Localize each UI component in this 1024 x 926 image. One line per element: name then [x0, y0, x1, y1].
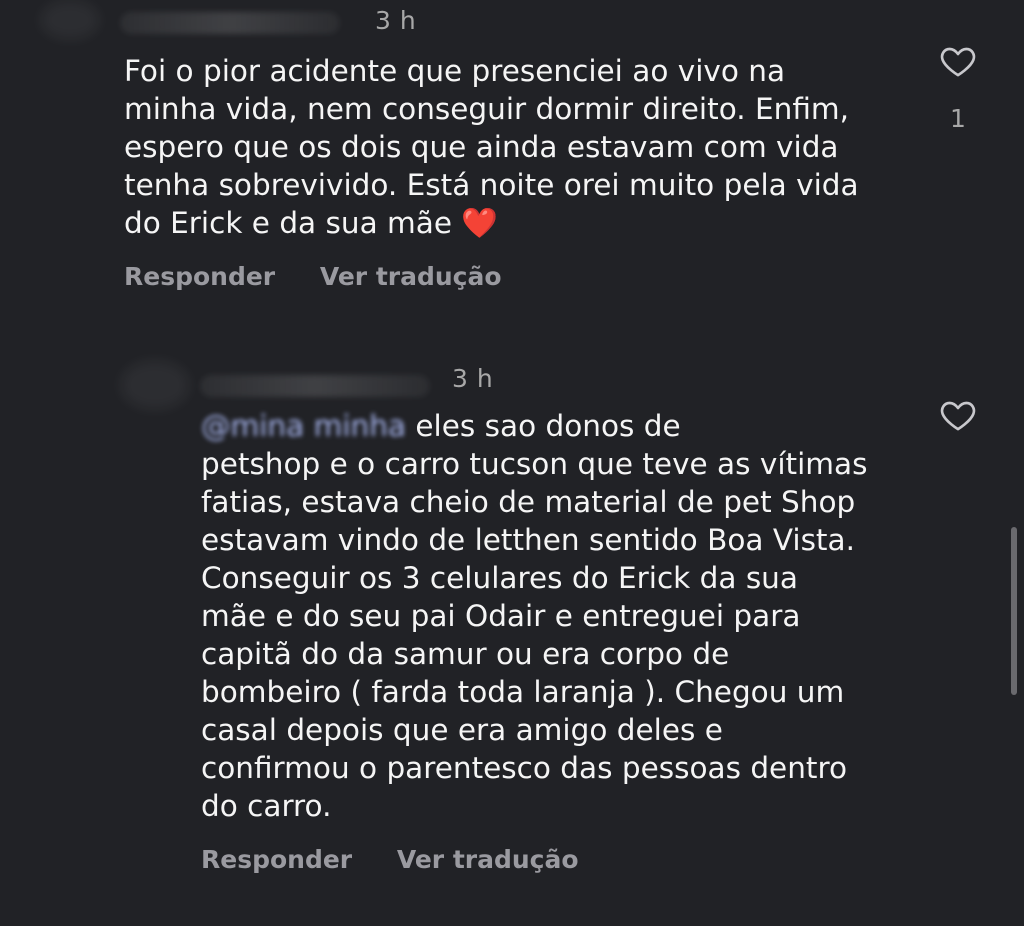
comment-1: 3 h Foi o pior acidente que presenciei a… [0, 0, 1024, 320]
heart-outline-icon[interactable] [938, 41, 978, 81]
comment-actions: Responder Ver tradução [124, 262, 502, 291]
avatar[interactable] [40, 0, 100, 40]
heart-emoji: ❤️ [461, 206, 499, 240]
mention-link[interactable]: @mina minha [201, 409, 406, 443]
like-count: 1 [950, 104, 966, 133]
timestamp: 3 h [375, 6, 417, 35]
comment-2-reply: 3 h @mina minha eles sao donos de petsho… [0, 340, 1024, 900]
username-blurred[interactable] [200, 375, 430, 397]
avatar[interactable] [120, 360, 190, 410]
reply-button[interactable]: Responder [201, 845, 352, 874]
comment-text: @mina minha eles sao donos de petshop e … [201, 407, 941, 825]
heart-outline-icon[interactable] [938, 395, 978, 435]
username-blurred[interactable] [120, 12, 340, 34]
translate-button[interactable]: Ver tradução [397, 845, 579, 874]
comment-text: Foi o pior acidente que presenciei ao vi… [124, 52, 914, 242]
reply-button[interactable]: Responder [124, 262, 275, 291]
comment-actions: Responder Ver tradução [201, 845, 579, 874]
timestamp: 3 h [452, 364, 494, 393]
scrollbar[interactable] [1011, 527, 1017, 695]
translate-button[interactable]: Ver tradução [320, 262, 502, 291]
comment-body: eles sao donos de petshop e o carro tucs… [201, 409, 868, 823]
